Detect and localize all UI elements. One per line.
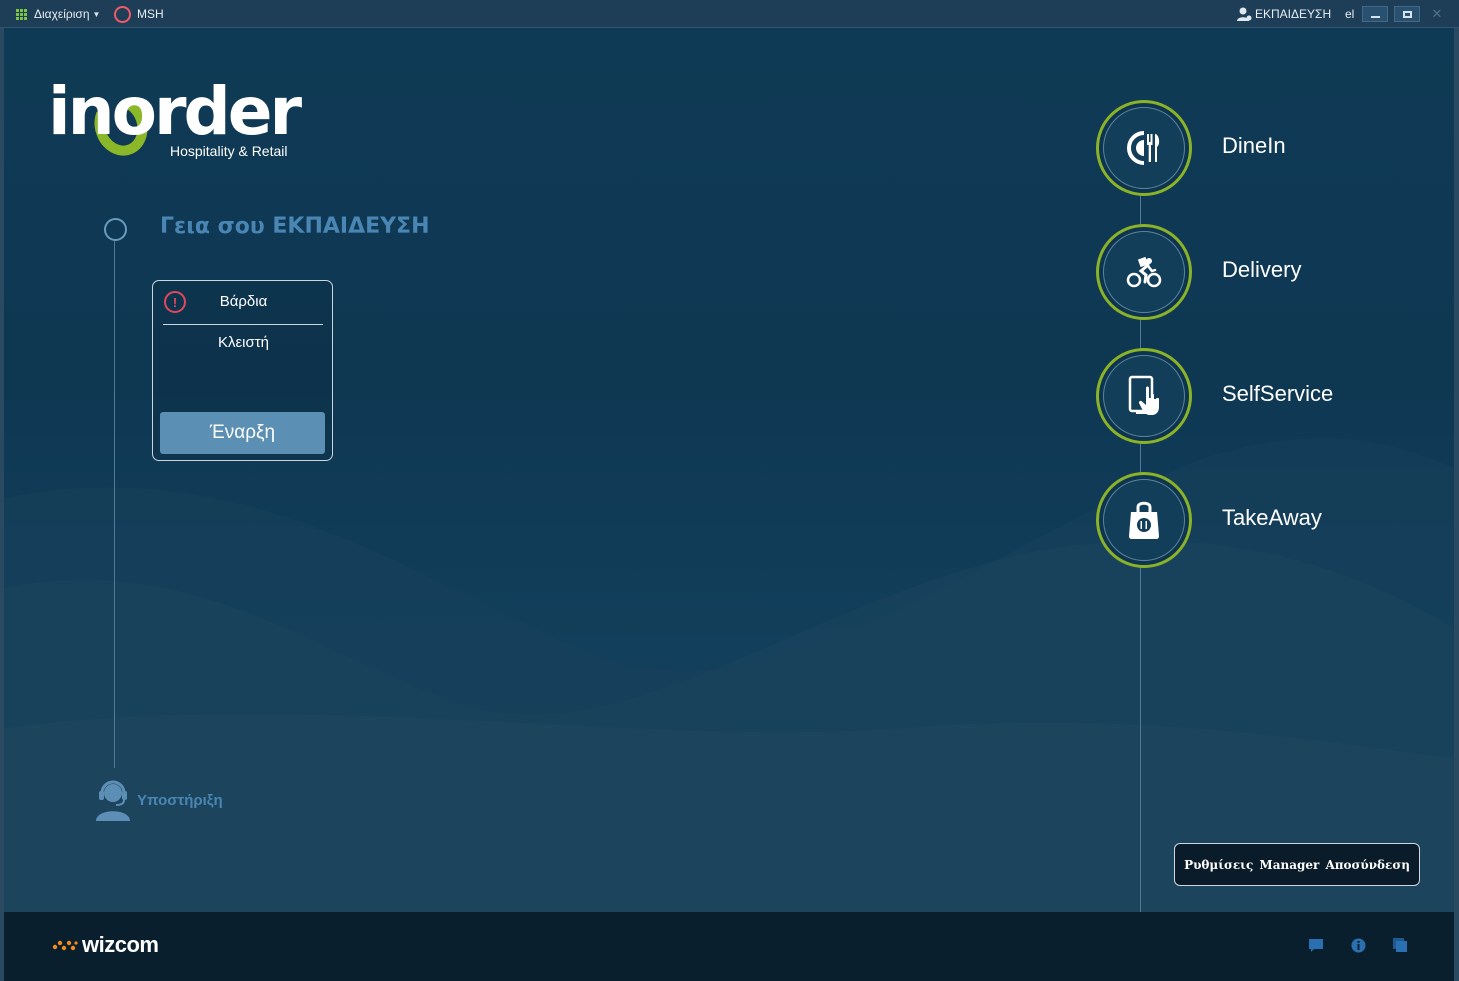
- support-label: Υποστήριξη: [137, 791, 223, 809]
- wizcom-mark-icon: [52, 940, 78, 951]
- language-selector[interactable]: el: [1345, 0, 1354, 28]
- service-label-selfservice: SelfService: [1222, 381, 1334, 406]
- inorder-logo: inorder Hospitality & Retail: [48, 73, 302, 164]
- close-button[interactable]: ✕: [1424, 6, 1450, 22]
- service-delivery[interactable]: Delivery: [1096, 224, 1396, 320]
- store-label: MSH: [137, 7, 164, 21]
- footer: wizcom: [4, 912, 1454, 981]
- service-ring-inner: [1103, 355, 1185, 437]
- delivery-bike-icon: [1126, 256, 1162, 288]
- apps-grid-icon: [16, 8, 29, 20]
- shift-card: Βάρδια ! Κλειστή Έναρξη: [152, 280, 333, 461]
- logo-wordmark: inorder: [48, 73, 302, 150]
- service-takeaway[interactable]: TakeAway: [1096, 472, 1396, 568]
- logo-tagline: Hospitality & Retail: [170, 143, 288, 159]
- service-label-delivery: Delivery: [1222, 257, 1302, 282]
- user-label: ΕΚΠΑΙΔΕΥΣΗ: [1255, 7, 1332, 21]
- user-menu[interactable]: ΕΚΠΑΙΔΕΥΣΗ: [1236, 0, 1331, 28]
- admin-menu-label: Διαχείριση: [34, 7, 90, 21]
- minimize-icon: [1370, 15, 1380, 18]
- support-agent-icon: [96, 780, 130, 821]
- dine-in-icon: [1127, 131, 1160, 165]
- logout-button[interactable]: Αποσύνδεση: [1325, 858, 1409, 872]
- self-service-tablet-icon: [1128, 375, 1159, 415]
- settings-button[interactable]: Ρυθμίσεις: [1184, 858, 1253, 872]
- support-link[interactable]: Υποστήριξη: [95, 778, 223, 822]
- admin-menu[interactable]: Διαχείριση ▼: [16, 0, 100, 28]
- wizcom-wordmark: wizcom: [82, 932, 159, 957]
- service-ring: [1096, 348, 1192, 444]
- chevron-down-icon: ▼: [92, 9, 101, 19]
- maximize-button[interactable]: [1394, 6, 1420, 22]
- language-label: el: [1345, 7, 1355, 21]
- title-bar: Διαχείριση ▼ MSH ΕΚΠΑΙΔΕΥΣΗ el ✕: [0, 0, 1459, 28]
- user-icon: [1237, 7, 1252, 21]
- service-ring: [1096, 472, 1192, 568]
- takeaway-bag-icon: [1129, 501, 1159, 539]
- status-circle-icon: [114, 5, 131, 23]
- bottom-actions: Ρυθμίσεις Manager Αποσύνδεση: [1174, 843, 1420, 886]
- shift-status: Κλειστή: [217, 334, 270, 351]
- service-label-takeaway: TakeAway: [1222, 505, 1322, 530]
- start-shift-button[interactable]: Έναρξη: [160, 412, 325, 454]
- chat-button[interactable]: [1308, 937, 1324, 953]
- copy-windows-icon: [1393, 938, 1407, 952]
- greeting-heading: Γεια σου ΕΚΠΑΙΔΕΥΣΗ: [160, 214, 430, 239]
- service-ring: [1096, 224, 1192, 320]
- maximize-icon: [1402, 10, 1412, 18]
- windows-button[interactable]: [1392, 937, 1408, 953]
- left-timeline-line: [114, 240, 115, 768]
- service-ring-inner: [1103, 479, 1185, 561]
- divider: [163, 324, 323, 325]
- info-button[interactable]: [1350, 937, 1366, 953]
- service-label-dinein: DineIn: [1222, 133, 1286, 158]
- service-dinein[interactable]: DineIn: [1096, 100, 1396, 196]
- timeline-node: [104, 218, 127, 241]
- service-ring-inner: [1103, 107, 1185, 189]
- close-icon: ✕: [1431, 6, 1443, 21]
- info-icon: [1351, 938, 1365, 952]
- chat-icon: [1309, 938, 1323, 952]
- store-indicator[interactable]: MSH: [114, 0, 164, 28]
- alert-icon: !: [164, 291, 186, 313]
- service-selfservice[interactable]: SelfService: [1096, 348, 1396, 444]
- service-ring-inner: [1103, 231, 1185, 313]
- wizcom-logo: wizcom: [52, 932, 159, 958]
- service-ring: [1096, 100, 1192, 196]
- manager-button[interactable]: Manager: [1259, 858, 1319, 872]
- window-frame-right: [1454, 28, 1459, 981]
- minimize-button[interactable]: [1362, 6, 1388, 22]
